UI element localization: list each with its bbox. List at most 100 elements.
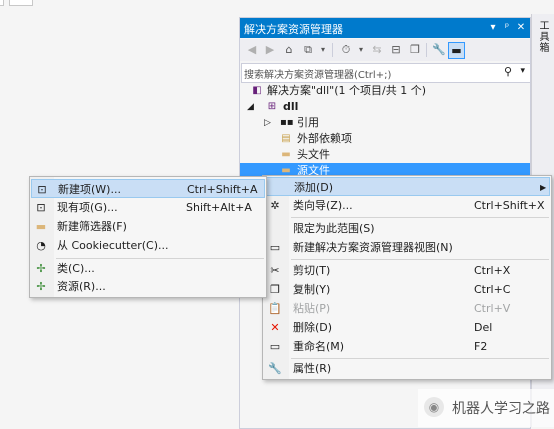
menu-item-label: 新建项(W)... xyxy=(58,183,121,196)
copy-icon: ❐ xyxy=(270,283,280,296)
collapse-all-icon[interactable]: ⊟ xyxy=(388,42,404,58)
menu-item-label: 剪切(T) xyxy=(293,264,331,277)
menu-item-copy[interactable]: ❐ 复制(Y) Ctrl+C xyxy=(263,280,551,299)
solution-icon: ◧ xyxy=(252,85,262,96)
back-icon[interactable]: ◀ xyxy=(244,42,260,58)
tree-item-label: 头文件 xyxy=(297,148,330,161)
external-deps-icon: ▤ xyxy=(281,133,291,144)
new-filter-icon: ▬ xyxy=(35,220,47,233)
explorer-toolbar: ◀ ▶ ⌂ ⧉ ▾ ⏱ ▾ ⇆ ⊟ ❐ 🔧 ▬ xyxy=(240,39,530,61)
menu-item-shortcut: Ctrl+C xyxy=(474,283,511,296)
references-icon: ▪▪ xyxy=(280,117,294,128)
dropdown-icon[interactable]: ▾ xyxy=(315,42,331,58)
menu-item-shortcut: Del xyxy=(474,321,493,334)
menu-item-label: 粘贴(P) xyxy=(293,302,331,315)
collapsed-arrow-icon[interactable]: ▷ xyxy=(264,115,271,131)
add-submenu: ⊡ 新建项(W)... Ctrl+Shift+A ⊡ 现有项(G)... Shi… xyxy=(29,176,267,298)
dropdown-icon[interactable]: ▾ xyxy=(353,42,369,58)
tree-item-solution[interactable]: ◧ 解决方案"dll"(1 个项目/共 1 个) xyxy=(240,83,530,99)
menu-item-shortcut: Shift+Alt+A xyxy=(186,201,252,214)
rename-icon: ▭ xyxy=(269,340,281,353)
submenu-item-existing-item[interactable]: ⊡ 现有项(G)... Shift+Alt+A xyxy=(30,198,266,217)
submenu-item-new-item[interactable]: ⊡ 新建项(W)... Ctrl+Shift+A xyxy=(31,179,265,198)
menu-item-shortcut: Ctrl+Shift+X xyxy=(474,199,545,212)
editor-remnant-edge xyxy=(0,0,4,6)
class-wizard-icon: ✲ xyxy=(270,199,280,212)
new-item-icon: ⊡ xyxy=(37,183,47,196)
menu-item-cut[interactable]: ✂ 剪切(T) Ctrl+X xyxy=(263,261,551,280)
properties-wrench-icon[interactable]: 🔧 xyxy=(431,42,447,58)
sync-view-icon[interactable]: ⧉ xyxy=(300,42,316,58)
tree-item-label: 解决方案"dll"(1 个项目/共 1 个) xyxy=(267,84,426,97)
menu-item-shortcut: Ctrl+Shift+A xyxy=(187,183,258,196)
refresh-icon[interactable]: ⇆ xyxy=(369,42,385,58)
window-position-icon[interactable]: ▾ xyxy=(486,20,500,35)
menu-item-shortcut: F2 xyxy=(474,340,488,353)
menu-item-properties[interactable]: 🔧 属性(R) xyxy=(263,359,551,378)
editor-remnant-box xyxy=(9,0,33,6)
cut-icon: ✂ xyxy=(270,264,280,277)
expanded-arrow-icon[interactable]: ◢ xyxy=(247,99,254,115)
menu-item-label: 资源(R)... xyxy=(57,280,106,293)
menu-item-scope[interactable]: 限定为此范围(S) xyxy=(263,219,551,238)
existing-item-icon: ⊡ xyxy=(36,201,46,214)
tree-item-label: 外部依赖项 xyxy=(297,132,352,145)
menu-item-new-view[interactable]: ▭ 新建解决方案资源管理器视图(N) xyxy=(263,238,551,257)
new-view-icon: ▭ xyxy=(269,241,281,254)
paste-icon: 📋 xyxy=(268,302,282,315)
menu-item-label: 删除(D) xyxy=(293,321,333,334)
tree-item-label: dll xyxy=(283,100,299,113)
tree-item-external-deps[interactable]: ▤ 外部依赖项 xyxy=(240,131,530,147)
class-icon: ✢ xyxy=(36,262,46,275)
search-box[interactable]: 搜索解决方案资源管理器(Ctrl+;) ⚲ ▾ xyxy=(241,63,531,83)
submenu-item-resource[interactable]: ✢ 资源(R)... xyxy=(30,277,266,296)
editor-background xyxy=(0,0,554,8)
menu-item-label: 新建解决方案资源管理器视图(N) xyxy=(293,241,453,254)
delete-icon: ✕ xyxy=(270,321,280,334)
tree-item-project[interactable]: ◢ ⊞ dll xyxy=(240,99,530,115)
panel-title-bar: 解决方案资源管理器 ▾ ᵖ ✕ xyxy=(240,18,530,38)
menu-item-label: 复制(Y) xyxy=(293,283,331,296)
submenu-item-class[interactable]: ✢ 类(C)... xyxy=(30,259,266,278)
tree-item-header-files[interactable]: ▬ 头文件 xyxy=(240,147,530,163)
menu-item-rename[interactable]: ▭ 重命名(M) F2 xyxy=(263,337,551,356)
home-icon[interactable]: ⌂ xyxy=(281,42,297,58)
menu-item-label: 从 Cookiecutter(C)... xyxy=(57,239,169,252)
menu-separator xyxy=(291,217,549,218)
forward-icon[interactable]: ▶ xyxy=(262,42,278,58)
menu-item-class-wizard[interactable]: ✲ 类向导(Z)... Ctrl+Shift+X xyxy=(263,196,551,215)
toolbar-separator xyxy=(332,43,333,57)
wechat-icon: ◉ xyxy=(424,397,444,417)
pin-icon[interactable]: ᵖ xyxy=(500,20,514,35)
resource-icon: ✢ xyxy=(36,280,46,293)
menu-item-shortcut: Ctrl+V xyxy=(474,302,511,315)
submenu-item-new-filter[interactable]: ▬ 新建筛选器(F) xyxy=(30,217,266,236)
submenu-arrow-icon: ▶ xyxy=(540,183,547,192)
menu-item-label: 新建筛选器(F) xyxy=(57,220,127,233)
tree-item-references[interactable]: ▷ ▪▪ 引用 xyxy=(240,115,530,131)
menu-item-label: 限定为此范围(S) xyxy=(293,222,375,235)
menu-item-label: 重命名(M) xyxy=(293,340,345,353)
cpp-project-icon: ⊞ xyxy=(267,101,277,112)
menu-item-paste[interactable]: 📋 粘贴(P) Ctrl+V xyxy=(263,299,551,318)
menu-separator xyxy=(291,259,549,260)
close-icon[interactable]: ✕ xyxy=(514,20,528,35)
menu-item-add[interactable]: 添加(D) ▶ xyxy=(264,177,550,196)
toolbox-label[interactable]: 工具箱 xyxy=(536,20,550,53)
show-all-files-icon[interactable]: ❐ xyxy=(407,42,423,58)
watermark: ◉ 机器人学习之路 xyxy=(418,389,554,427)
submenu-item-cookiecutter[interactable]: ◔ 从 Cookiecutter(C)... xyxy=(30,236,266,255)
menu-item-label: 类(C)... xyxy=(57,262,95,275)
chevron-down-icon[interactable]: ▾ xyxy=(520,66,525,76)
context-menu: 添加(D) ▶ ✲ 类向导(Z)... Ctrl+Shift+X 限定为此范围(… xyxy=(262,175,552,380)
menu-item-label: 现有项(G)... xyxy=(57,201,118,214)
menu-item-label: 属性(R) xyxy=(293,362,332,375)
search-placeholder: 搜索解决方案资源管理器(Ctrl+;) xyxy=(244,70,392,81)
tree-item-label: 引用 xyxy=(297,116,319,129)
menu-item-delete[interactable]: ✕ 删除(D) Del xyxy=(263,318,551,337)
watermark-text: 机器人学习之路 xyxy=(452,401,550,417)
pending-changes-icon[interactable]: ⏱ xyxy=(338,42,354,58)
preview-selected-icon[interactable]: ▬ xyxy=(448,42,465,59)
search-icon[interactable]: ⚲ xyxy=(504,65,512,78)
menu-item-label: 添加(D) xyxy=(294,181,334,194)
